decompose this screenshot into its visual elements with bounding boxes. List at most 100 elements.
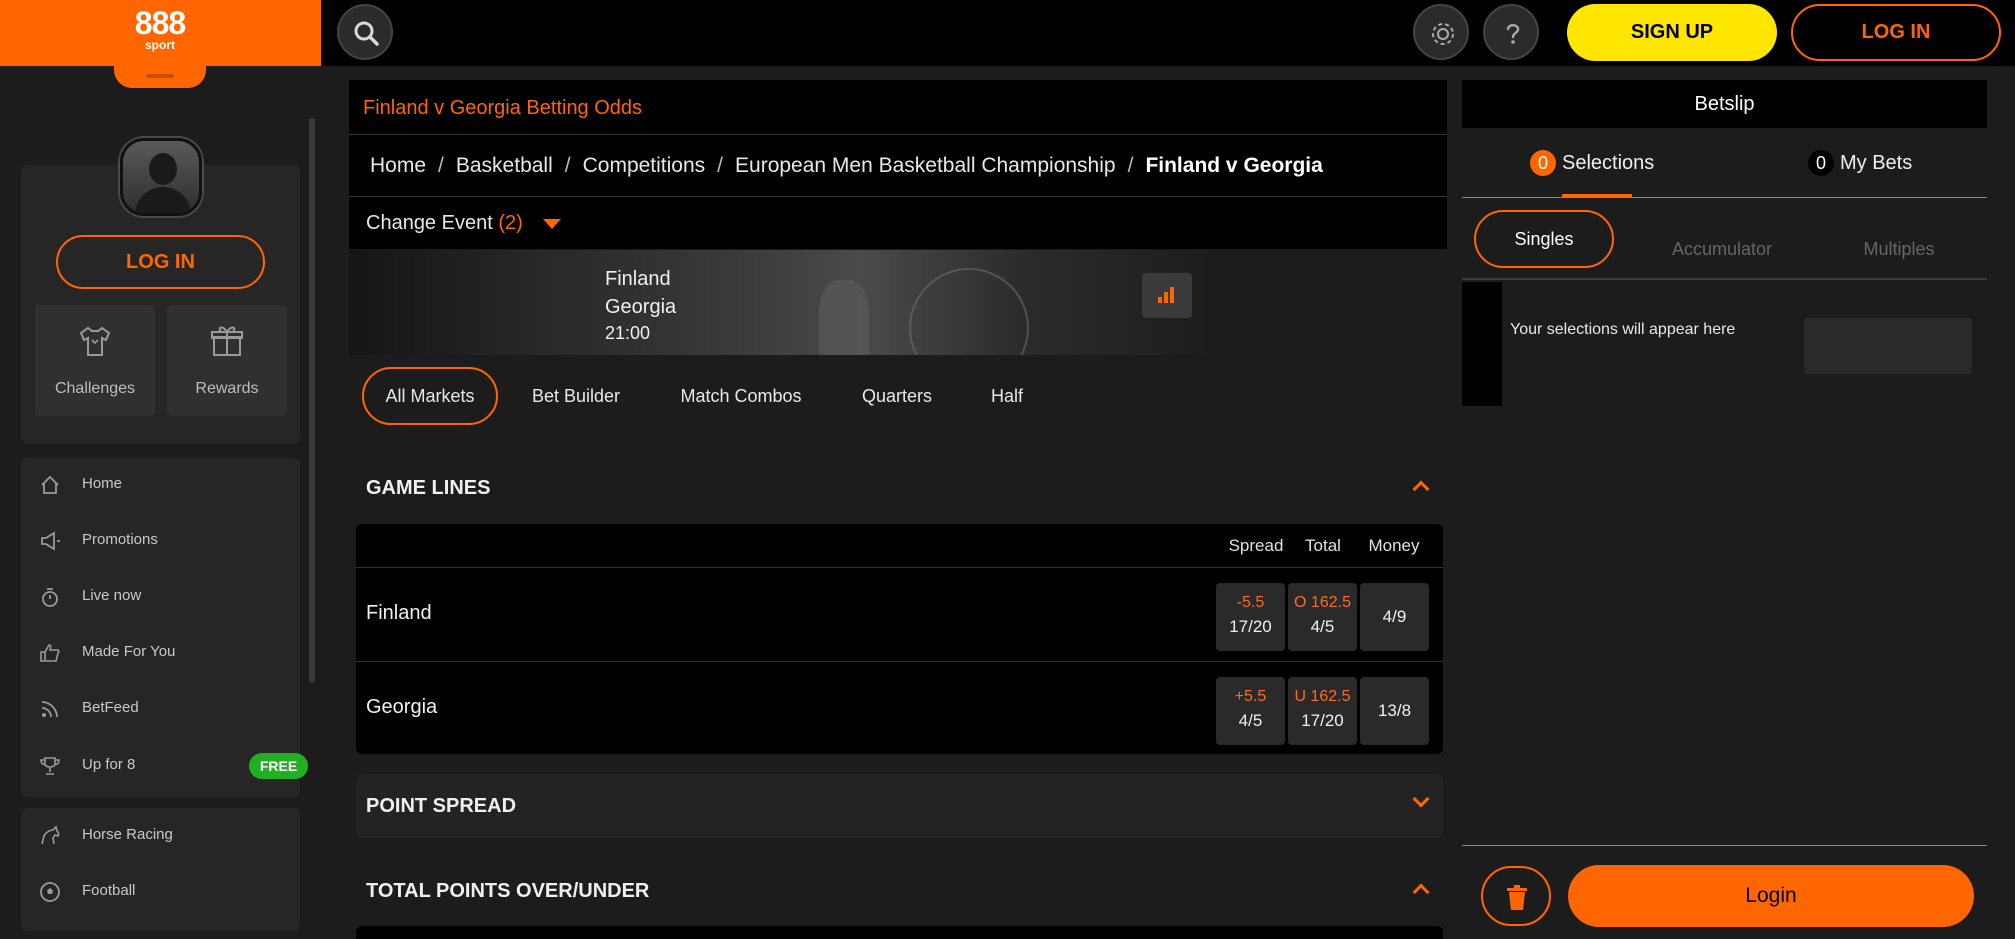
thumbs-up-icon <box>40 644 60 662</box>
selections-count: 0 <box>1530 150 1556 176</box>
tab-selections[interactable]: 0 Selections <box>1530 150 1654 176</box>
megaphone-icon <box>41 531 60 551</box>
section-game-lines-header[interactable]: GAME LINES <box>349 459 1447 517</box>
chevron-up-icon <box>1412 883 1430 901</box>
team-name: Finland <box>366 602 432 624</box>
money-odds: 13/8 <box>1377 701 1412 720</box>
total-line: O 162.5 <box>1294 594 1351 611</box>
football-icon <box>40 882 60 902</box>
tab-all-markets[interactable]: All Markets <box>362 367 498 425</box>
sidebar-item-home[interactable]: Home <box>21 464 300 504</box>
odds-button-total[interactable]: U 162.5 17/20 <box>1288 677 1357 745</box>
question-icon <box>1506 24 1520 44</box>
my-bets-count: 0 <box>1808 150 1834 176</box>
spread-line: -5.5 <box>1236 594 1265 611</box>
home-team: Finland <box>605 268 671 290</box>
sidebar-scrollbar[interactable] <box>309 118 315 683</box>
change-event-dropdown[interactable]: Change Event (2) <box>349 197 1447 249</box>
section-title: TOTAL POINTS OVER/UNDER <box>366 880 650 902</box>
sidebar-item-label: Promotions <box>82 531 158 548</box>
change-event-count: (2) <box>498 212 523 234</box>
betslip-footer: Login <box>1462 845 1987 939</box>
breadcrumb-current: Finland v Georgia <box>1145 154 1323 177</box>
sidebar-login-button[interactable]: LOG IN <box>56 235 265 289</box>
spread-odds: 17/20 <box>1229 617 1272 636</box>
table-row: Georgia +5.5 4/5 U 162.5 17/20 13/8 <box>356 662 1443 755</box>
tab-bet-builder[interactable]: Bet Builder <box>518 367 634 425</box>
tab-singles[interactable]: Singles <box>1474 210 1614 268</box>
tab-multiples[interactable]: Multiples <box>1834 220 1964 278</box>
event-banner: Finland Georgia 21:00 <box>349 250 1204 355</box>
sign-up-button[interactable]: SIGN UP <box>1567 4 1777 61</box>
breadcrumb-separator: / <box>438 154 444 177</box>
sidebar-item-promotions[interactable]: Promotions <box>21 520 300 560</box>
bar-chart-icon <box>1158 287 1174 303</box>
sidebar-item-made-for-you[interactable]: Made For You <box>21 632 300 672</box>
section-total-points-header[interactable]: TOTAL POINTS OVER/UNDER <box>349 862 1447 920</box>
team-name: Georgia <box>366 696 438 718</box>
clear-betslip-button[interactable] <box>1481 866 1551 926</box>
logo-sub: sport <box>145 38 175 52</box>
sidebar-item-up-for-8[interactable]: Up for 8 FREE <box>21 745 308 785</box>
breadcrumb-competitions[interactable]: Competitions <box>583 154 706 177</box>
breadcrumb-basketball[interactable]: Basketball <box>456 154 553 177</box>
home-icon <box>41 475 59 494</box>
tab-match-combos[interactable]: Match Combos <box>666 367 816 425</box>
odds-button-money[interactable]: 4/9 <box>1360 583 1429 651</box>
help-button[interactable] <box>1483 4 1539 60</box>
breadcrumb-separator: / <box>717 154 724 177</box>
event-time: 21:00 <box>605 323 651 343</box>
tab-my-bets[interactable]: 0 My Bets <box>1808 150 1912 176</box>
betslip-tabs: 0 Selections 0 My Bets <box>1462 128 1987 198</box>
betslip-empty-strip <box>1462 282 1502 406</box>
stopwatch-icon <box>42 588 58 607</box>
odds-button-spread[interactable]: +5.5 4/5 <box>1216 677 1285 745</box>
sidebar-item-betfeed[interactable]: BetFeed <box>21 688 300 728</box>
section-point-spread-header[interactable]: POINT SPREAD <box>356 774 1443 838</box>
betslip-placeholder-box <box>1804 318 1972 374</box>
banner-hoop-image <box>909 268 1029 355</box>
challenges-label: Challenges <box>54 380 136 397</box>
tab-half[interactable]: Half <box>978 367 1036 425</box>
rewards-tile[interactable]: Rewards <box>167 305 287 416</box>
breadcrumb-championship[interactable]: European Men Basketball Championship <box>735 154 1116 177</box>
betslip-login-button[interactable]: Login <box>1568 865 1974 927</box>
money-odds: 4/9 <box>1382 607 1407 626</box>
column-header-spread: Spread <box>1228 536 1284 555</box>
odds-button-total[interactable]: O 162.5 4/5 <box>1288 583 1357 651</box>
trash-icon <box>1507 885 1527 910</box>
sidebar-item-label: Horse Racing <box>82 826 173 843</box>
stats-button[interactable] <box>1142 273 1192 318</box>
sidebar-item-horse-racing[interactable]: Horse Racing <box>21 815 300 855</box>
top-login-button[interactable]: LOG IN <box>1791 4 2001 61</box>
odds-button-money[interactable]: 13/8 <box>1360 677 1429 745</box>
logo-tab-notch[interactable] <box>114 56 206 88</box>
logo-888[interactable]: 888 <box>125 6 195 40</box>
breadcrumb-home[interactable]: Home <box>370 154 426 177</box>
avatar-head <box>149 153 177 185</box>
tab-accumulator[interactable]: Accumulator <box>1652 220 1792 278</box>
search-button[interactable] <box>337 4 393 60</box>
settings-button[interactable] <box>1413 4 1469 60</box>
sidebar-item-live-now[interactable]: Live now <box>21 576 300 616</box>
avatar <box>120 138 202 216</box>
gift-icon <box>211 326 243 356</box>
sidebar-item-label: Football <box>82 882 136 899</box>
sidebar-item-football[interactable]: Football <box>21 871 300 911</box>
sidebar-item-label: Up for 8 <box>82 756 136 773</box>
tab-quarters[interactable]: Quarters <box>850 367 944 425</box>
section-title: POINT SPREAD <box>366 795 517 817</box>
profile-card: LOG IN Challenges Rewards <box>21 138 300 444</box>
odds-button-spread[interactable]: -5.5 17/20 <box>1216 583 1285 651</box>
my-bets-label: My Bets <box>1840 152 1913 174</box>
free-badge: FREE <box>249 753 308 779</box>
away-team: Georgia <box>605 296 677 318</box>
rewards-label: Rewards <box>195 380 259 397</box>
sidebar-item-label: Made For You <box>82 643 176 660</box>
breadcrumb-separator: / <box>1127 154 1134 177</box>
challenges-tile[interactable]: Challenges <box>35 305 155 416</box>
spread-odds: 4/5 <box>1238 711 1263 730</box>
caret-down-icon <box>543 219 561 229</box>
betslip-empty-text: Your selections will appear here <box>1510 321 1736 338</box>
horse-icon <box>41 825 60 845</box>
